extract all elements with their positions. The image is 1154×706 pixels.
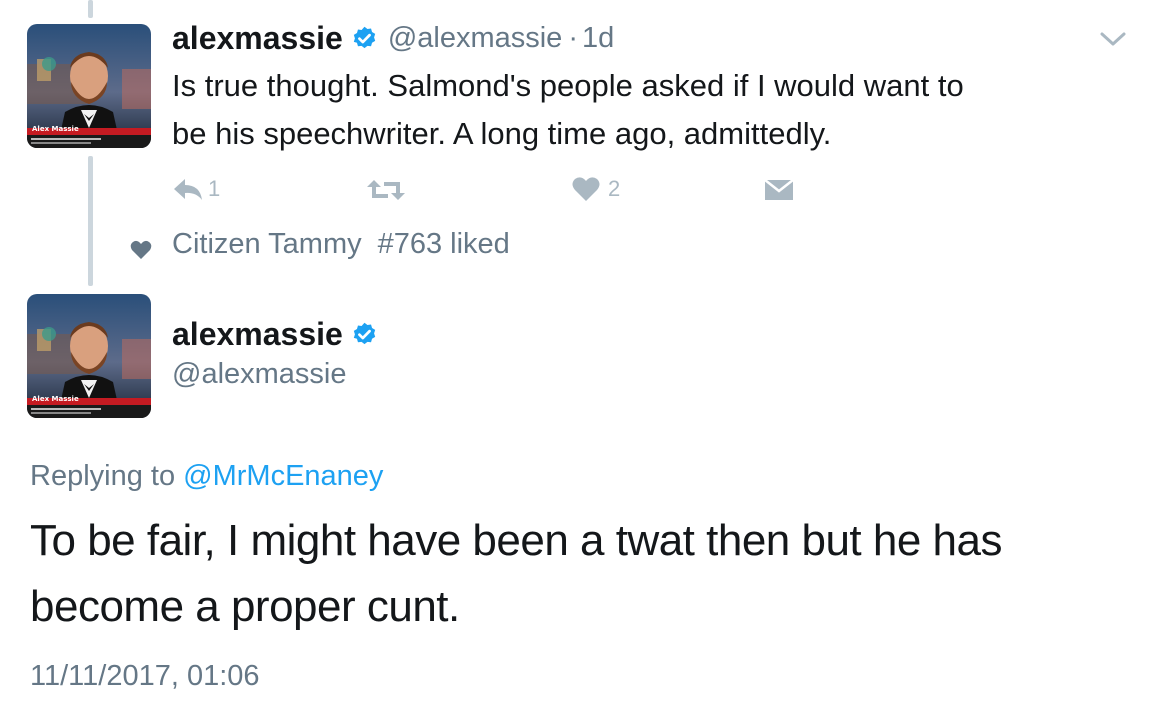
tweet-text: Is true thought. Salmond's people asked … — [172, 62, 1132, 158]
retweet-button[interactable] — [366, 178, 406, 202]
verified-badge-icon — [351, 25, 378, 52]
retweet-icon — [366, 178, 406, 202]
tweet-header: alexmassie — [172, 316, 378, 353]
handle[interactable]: @alexmassie — [388, 22, 563, 55]
like-button[interactable]: 2 — [572, 176, 620, 202]
verified-badge-icon — [351, 321, 378, 348]
liked-by-name[interactable]: Citizen Tammy — [172, 228, 362, 261]
reply-icon — [172, 176, 204, 202]
tweet-actions: 1 2 — [0, 170, 1154, 210]
heart-icon — [572, 176, 600, 202]
avatar-caption: Alex Massie — [32, 395, 79, 403]
like-count: 2 — [608, 176, 621, 201]
replying-to: Replying to @MrMcEnaney — [30, 460, 383, 493]
tweet-header: alexmassie @alexmassie · 1d — [172, 20, 614, 57]
tweet-text-line: To be fair, I might have been a twat the… — [30, 516, 1003, 565]
reply-mention-link[interactable]: @MrMcEnaney — [183, 460, 383, 492]
direct-message-button[interactable] — [764, 178, 794, 202]
tweet-text-line: be his speechwriter. A long time ago, ad… — [172, 116, 832, 151]
liked-suffix: liked — [450, 228, 510, 260]
replying-prefix: Replying to — [30, 460, 176, 492]
thread-line-top — [88, 0, 93, 18]
tweet-text: To be fair, I might have been a twat the… — [30, 508, 1130, 640]
envelope-icon — [764, 178, 794, 202]
tweet-text-line: Is true thought. Salmond's people asked … — [172, 68, 964, 103]
avatar-caption: Alex Massie — [32, 125, 79, 133]
display-name[interactable]: alexmassie — [172, 316, 343, 353]
display-name[interactable]: alexmassie — [172, 20, 343, 57]
avatar[interactable]: Alex Massie — [27, 294, 151, 418]
separator-dot: · — [568, 22, 578, 54]
chevron-down-icon[interactable] — [1098, 28, 1128, 50]
avatar[interactable]: Alex Massie — [27, 24, 151, 148]
liked-by-row[interactable]: Citizen Tammy #763 liked — [130, 228, 510, 261]
liked-by-tag: #763 — [377, 228, 443, 260]
relative-time[interactable]: 1d — [582, 22, 614, 55]
reply-count: 1 — [208, 176, 221, 201]
tweet-timestamp[interactable]: 11/11/2017, 01:06 — [30, 660, 260, 693]
heart-icon — [130, 235, 152, 259]
handle[interactable]: @alexmassie — [172, 358, 347, 391]
reply-button[interactable]: 1 — [172, 176, 220, 202]
tweet-text-line: become a proper cunt. — [30, 582, 460, 631]
